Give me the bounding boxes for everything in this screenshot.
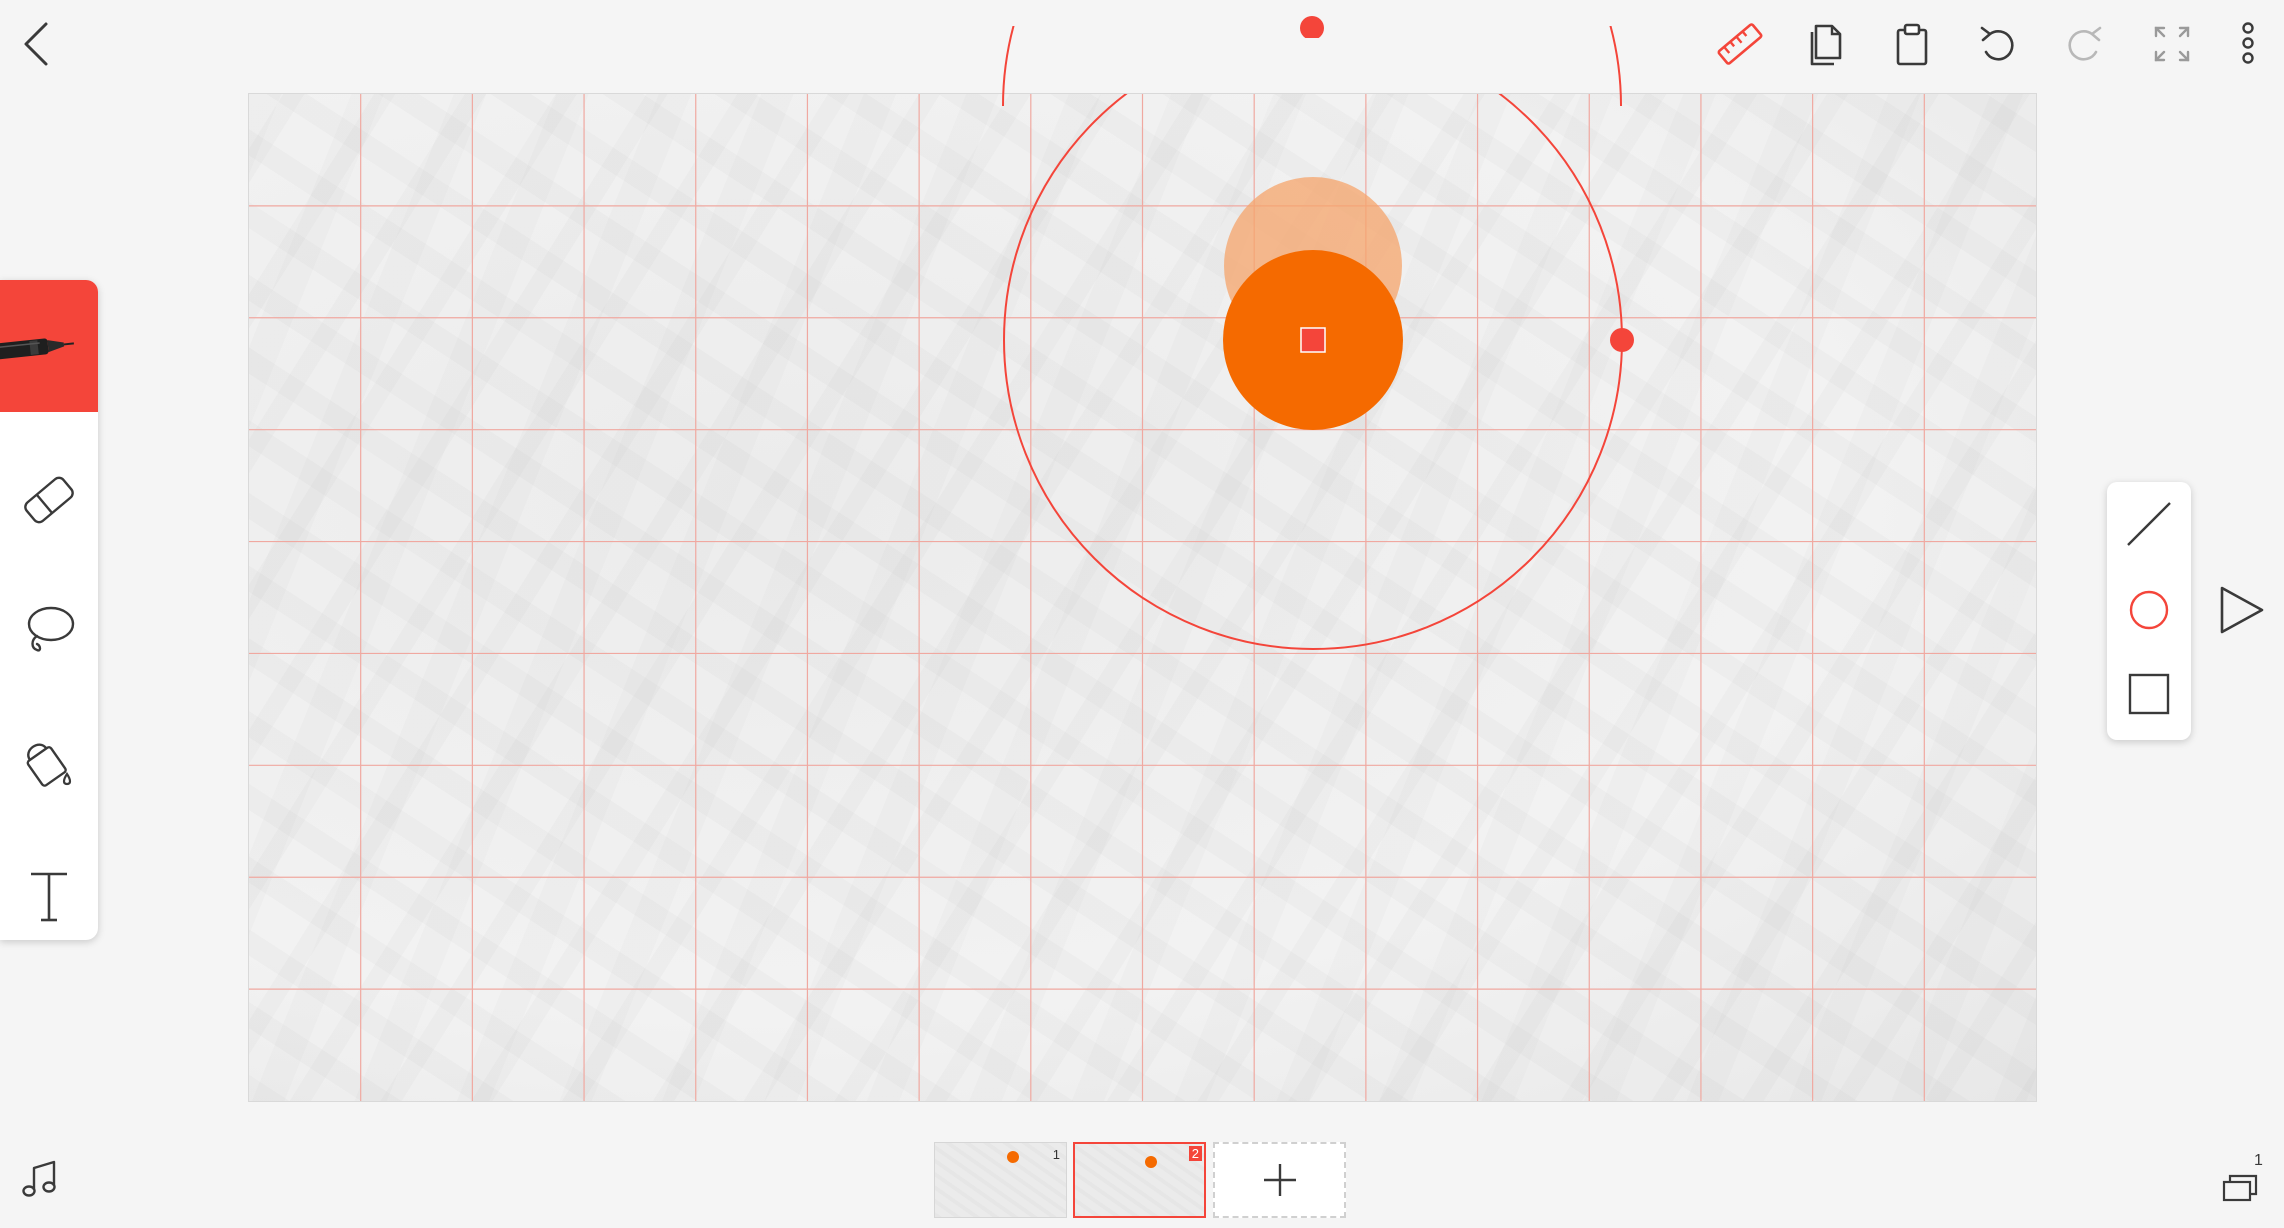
rotation-guide-ring-outer: [1002, 26, 1622, 106]
more-menu-button[interactable]: [2228, 18, 2268, 70]
lasso-icon: [27, 606, 75, 652]
ruler-button[interactable]: [1714, 18, 1766, 70]
play-button[interactable]: [2212, 582, 2268, 638]
frame-thumbnail[interactable]: 1: [934, 1142, 1067, 1218]
line-shape-button[interactable]: [2107, 484, 2191, 564]
frame-number: 2: [1188, 1146, 1202, 1161]
frame-number: 1: [1052, 1147, 1060, 1162]
circle-shape-button[interactable]: [2107, 570, 2191, 650]
fill-tool[interactable]: [0, 704, 98, 824]
shape-panel: [2107, 482, 2191, 740]
add-frame-button[interactable]: [1213, 1142, 1346, 1218]
lasso-tool[interactable]: [0, 570, 98, 690]
pen-icon: [0, 338, 74, 360]
clipboard-icon: [1896, 23, 1928, 66]
copy-icon: [1810, 24, 1842, 66]
drawing-canvas[interactable]: [248, 93, 2037, 1102]
paint-bucket-icon: [26, 743, 72, 787]
redo-icon: [2068, 26, 2102, 61]
undo-icon: [1980, 26, 2014, 61]
eraser-tool[interactable]: [0, 440, 98, 560]
circle-icon: [2129, 590, 2169, 630]
fullscreen-button[interactable]: [2146, 18, 2198, 70]
tool-panel: [0, 280, 98, 940]
fullscreen-icon: [2154, 26, 2190, 62]
paste-button[interactable]: [1886, 18, 1938, 70]
text-tool[interactable]: [0, 836, 98, 940]
ruler-icon: [1717, 23, 1763, 65]
canvas-grid: [249, 94, 2036, 1101]
back-button[interactable]: [18, 16, 58, 72]
play-icon: [2220, 586, 2264, 634]
chevron-left-icon: [24, 22, 48, 66]
eraser-icon: [24, 476, 74, 524]
plus-icon: [1263, 1164, 1296, 1196]
square-icon: [2128, 673, 2170, 715]
redo-button[interactable]: [2058, 18, 2110, 70]
layers-count: 1: [2254, 1152, 2263, 1169]
music-note-icon: [22, 1160, 56, 1197]
music-button[interactable]: [18, 1158, 62, 1202]
pen-tool[interactable]: [0, 280, 98, 412]
copy-button[interactable]: [1800, 18, 1852, 70]
layers-button[interactable]: 1: [2218, 1152, 2266, 1206]
frame-shape-preview: [1145, 1156, 1157, 1168]
frame-shape-preview: [1007, 1151, 1019, 1163]
line-icon: [2127, 502, 2171, 546]
undo-button[interactable]: [1972, 18, 2024, 70]
frame-thumbnail-selected[interactable]: 2: [1073, 1142, 1206, 1218]
text-icon: [31, 872, 67, 922]
rectangle-shape-button[interactable]: [2107, 654, 2191, 734]
more-vertical-icon: [2242, 22, 2254, 64]
